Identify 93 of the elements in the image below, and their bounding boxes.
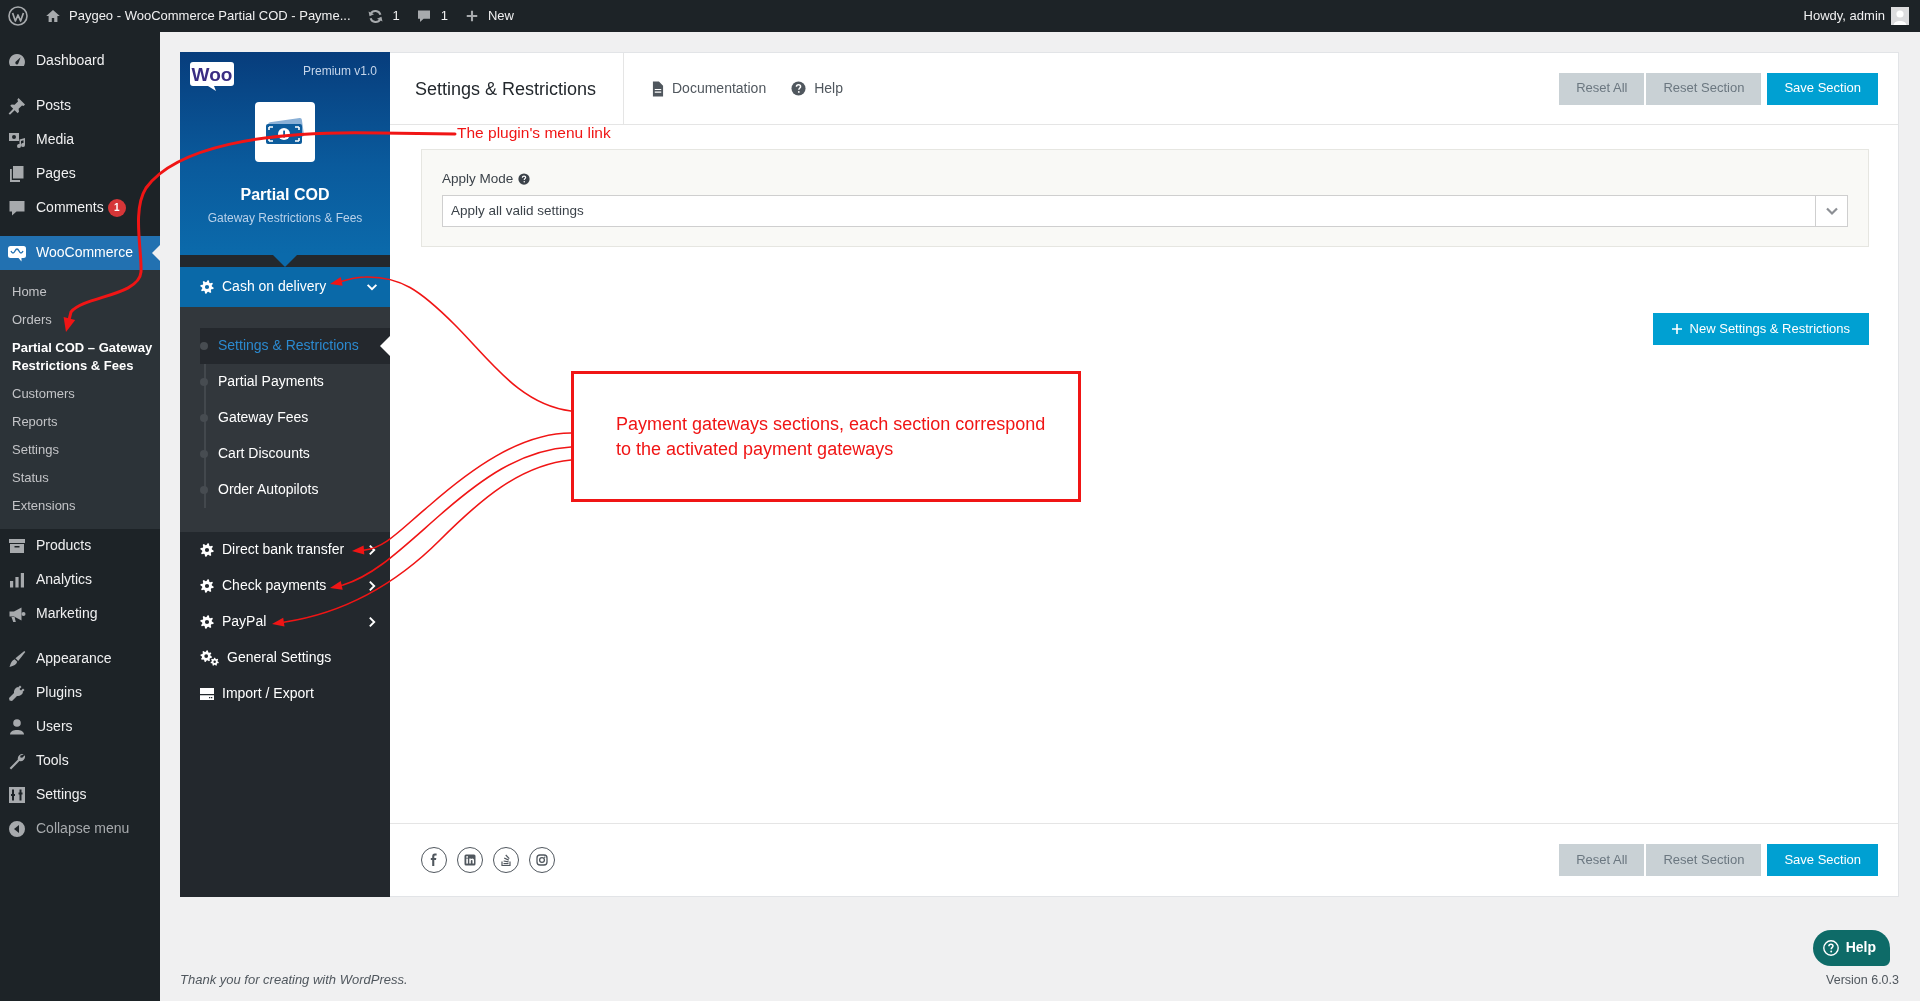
- submenu-item[interactable]: Gateway Fees: [200, 400, 390, 436]
- submenu-item[interactable]: Orders: [0, 306, 160, 334]
- submenu-item[interactable]: Order Autopilots: [200, 472, 390, 508]
- sidebar-link[interactable]: General Settings: [180, 640, 390, 676]
- wordpress-link[interactable]: WordPress: [339, 972, 404, 987]
- menu-item[interactable]: Comments 1: [0, 191, 160, 225]
- comment-icon: [415, 8, 432, 24]
- submenu-item[interactable]: Settings & Restrictions: [200, 328, 390, 364]
- footer-thanks-text: Thank you for creating with WordPress.: [180, 972, 408, 988]
- submenu-item[interactable]: Status: [0, 464, 160, 492]
- help-button[interactable]: Help: [1812, 930, 1890, 966]
- plugin-title: Partial COD: [239, 185, 331, 205]
- gateway-section-item[interactable]: Check payments: [180, 568, 390, 604]
- brush-icon: [7, 649, 27, 669]
- documents-icon: [7, 164, 27, 184]
- gateway-section-item[interactable]: PayPal: [180, 604, 390, 640]
- refresh-icon: [366, 7, 384, 25]
- gateway-section-item[interactable]: Cash on delivery: [180, 267, 390, 307]
- menu-item[interactable]: Posts: [0, 89, 160, 123]
- plus-icon: [465, 9, 479, 23]
- gear-icon: [200, 543, 214, 557]
- banknote-icon: [255, 102, 315, 162]
- updates-link[interactable]: 1: [366, 0, 400, 32]
- stack-overflow-icon[interactable]: [493, 847, 519, 873]
- submenu-item[interactable]: Cart Discounts: [200, 436, 390, 472]
- menu-item[interactable]: Pages: [0, 157, 160, 191]
- menu-item[interactable]: Users: [0, 710, 160, 744]
- bullet-icon: [200, 342, 208, 350]
- menu-item[interactable]: Plugins: [0, 676, 160, 710]
- camera-icon: [7, 130, 27, 150]
- gear-icon: [200, 280, 214, 294]
- menu-item[interactable]: Dashboard: [0, 44, 160, 78]
- menu-item[interactable]: Products: [0, 529, 160, 563]
- submenu-item[interactable]: Partial Payments: [200, 364, 390, 400]
- submenu-item[interactable]: Home: [0, 278, 160, 306]
- annotation-label: The plugin's menu link: [457, 124, 611, 142]
- submenu-item[interactable]: Settings: [0, 436, 160, 464]
- annotation-callout: Payment gateways sections, each section correspond to the activated payment gateways: [571, 371, 1081, 502]
- user-icon: [7, 717, 27, 737]
- submenu-item[interactable]: Extensions: [0, 492, 160, 520]
- site-title-link[interactable]: Paygeo - WooCommerce Partial COD - Payme...: [45, 0, 351, 32]
- instagram-icon[interactable]: [529, 847, 555, 873]
- menu-item[interactable]: Media: [0, 123, 160, 157]
- facebook-icon[interactable]: [421, 847, 447, 873]
- field-label: Apply Mode: [442, 170, 514, 188]
- wrench-icon: [7, 751, 27, 771]
- gear-icon: [200, 615, 214, 629]
- submenu-item[interactable]: Reports: [0, 408, 160, 436]
- avatar-icon: [1891, 7, 1909, 25]
- bubble-logo-icon: [7, 243, 27, 263]
- sidebar-link[interactable]: Import / Export: [180, 676, 390, 712]
- collapse-icon: [7, 819, 27, 839]
- version-label: Premium v1.0: [302, 64, 377, 78]
- comment-icon: [7, 198, 27, 218]
- logo: Woo: [189, 61, 235, 91]
- linkedin-icon[interactable]: [457, 847, 483, 873]
- pointer-icon: [152, 245, 160, 261]
- plugin-subtitle: Gateway Restrictions & Fees: [206, 210, 364, 226]
- menu-item[interactable]: Tools: [0, 744, 160, 778]
- header-link[interactable]: Help: [791, 78, 843, 99]
- plus-icon: [1671, 324, 1682, 334]
- menu-item[interactable]: WooCommerce: [0, 236, 160, 270]
- submenu-item[interactable]: Customers: [0, 380, 160, 408]
- count-badge: 1: [107, 199, 126, 217]
- gateway-section-item[interactable]: Direct bank transfer: [180, 532, 390, 568]
- menu-item[interactable]: Analytics: [0, 563, 160, 597]
- pointer-icon: [273, 255, 297, 267]
- home-icon: [45, 8, 61, 24]
- new-content-link[interactable]: New: [465, 0, 514, 32]
- sliders-icon: [7, 785, 27, 805]
- gears-icon: [200, 650, 219, 666]
- menu-item[interactable]: Settings: [0, 778, 160, 812]
- header-link[interactable]: Documentation: [652, 78, 767, 99]
- comments-link[interactable]: 1: [415, 0, 448, 32]
- pin-icon: [7, 96, 27, 116]
- logo-icon[interactable]: [8, 6, 28, 26]
- bar-chart-icon: [7, 570, 27, 590]
- account-link[interactable]: Howdy, admin: [1803, 0, 1909, 32]
- apply-mode-select[interactable]: Apply all valid settings: [442, 195, 1848, 227]
- menu-item[interactable]: Appearance: [0, 642, 160, 676]
- submenu-item[interactable]: Partial COD – Gateway Restrictions & Fees: [0, 334, 160, 380]
- help-icon: [791, 81, 807, 96]
- document-icon: [652, 80, 664, 97]
- collapse-menu-button[interactable]: Collapse menu: [0, 812, 160, 846]
- page-title: Settings & Restrictions: [415, 77, 597, 101]
- gear-icon: [200, 579, 214, 593]
- help-icon: [518, 173, 531, 185]
- archive-box-icon: [7, 536, 27, 556]
- menu-item[interactable]: Marketing: [0, 597, 160, 631]
- card-icon: [200, 688, 214, 700]
- version-text: Version 6.0.3: [1826, 972, 1899, 988]
- plug-icon: [7, 683, 27, 703]
- help-icon: [1822, 940, 1839, 956]
